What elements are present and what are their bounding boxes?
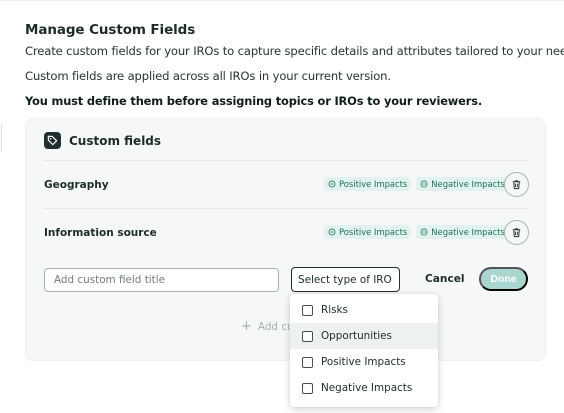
description-line-1: Create custom fields for your IROs to ca… [25,44,564,58]
chip-positive-impacts: Positive Impacts [324,225,412,239]
checkbox[interactable] [302,382,313,394]
delete-field-button[interactable] [504,220,529,245]
chip-label: Positive Impacts [339,227,408,237]
custom-field-title-input[interactable] [44,268,279,292]
field-chips-geography: Positive Impacts Negative Impacts [324,177,509,191]
warning-text: You must define them before assigning to… [25,94,483,108]
option-label: Negative Impacts [321,382,413,394]
dropdown-option-risks[interactable]: Risks [290,297,438,323]
circle-minus-icon [328,180,336,188]
chip-label: Positive Impacts [339,179,408,189]
description-line-2: Custom fields are applied across all IRO… [25,69,391,83]
dropdown-option-opportunities[interactable]: Opportunities [290,323,438,349]
page-title: Manage Custom Fields [25,22,196,38]
checkbox[interactable] [302,330,313,342]
delete-field-button[interactable] [504,172,529,197]
trash-icon [512,180,521,190]
checkbox[interactable] [302,304,313,316]
chip-label: Negative Impacts [431,179,505,189]
circle-minus-icon [328,228,336,236]
card-title: Custom fields [69,133,162,148]
circle-minus-icon [420,228,428,236]
divider [44,208,529,209]
custom-fields-card: Custom fields Geography Positive Impacts… [25,118,546,361]
checkbox[interactable] [302,356,313,368]
chip-label: Negative Impacts [431,227,505,237]
field-chips-information-source: Positive Impacts Negative Impacts [324,225,509,239]
field-label-information-source: Information source [44,227,157,239]
option-label: Positive Impacts [321,356,406,368]
done-button[interactable]: Done [479,267,528,291]
chip-negative-impacts: Negative Impacts [416,225,509,239]
dropdown-option-positive-impacts[interactable]: Positive Impacts [290,349,438,375]
dropdown-option-negative-impacts[interactable]: Negative Impacts [290,375,438,401]
option-label: Risks [321,304,348,316]
sidebar-edge [0,124,2,152]
iro-type-dropdown: Risks Opportunities Positive Impacts Neg… [290,294,438,407]
plus-icon: + [241,319,252,334]
cancel-button[interactable]: Cancel [425,273,465,285]
field-label-geography: Geography [44,179,109,191]
circle-minus-icon [420,180,428,188]
chip-negative-impacts: Negative Impacts [416,177,509,191]
top-divider [0,0,564,1]
trash-icon [512,228,521,238]
tag-icon [44,132,61,149]
divider [44,160,529,161]
card-header: Custom fields [44,132,161,149]
iro-type-select[interactable]: Select type of IRO [291,267,400,292]
option-label: Opportunities [321,330,392,342]
chip-positive-impacts: Positive Impacts [324,177,412,191]
select-label: Select type of IRO [298,273,392,286]
